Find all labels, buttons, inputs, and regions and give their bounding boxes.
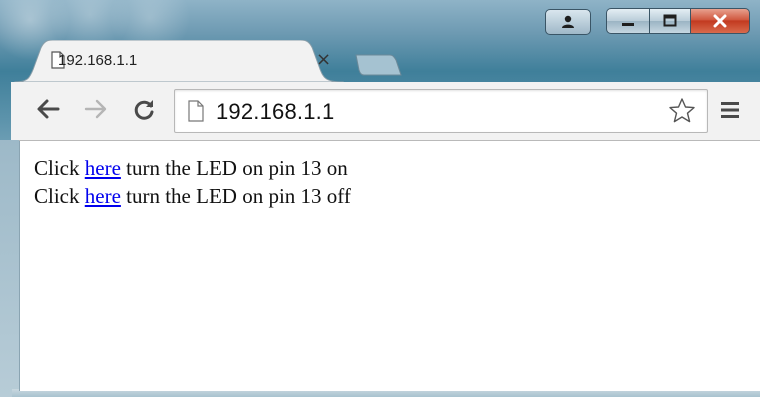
back-arrow-icon[interactable]: [36, 98, 60, 120]
star-icon[interactable]: [668, 97, 696, 124]
led-on-link[interactable]: here: [85, 156, 121, 180]
window-left-border: [0, 140, 19, 397]
line-suffix: turn the LED on pin 13 on: [120, 156, 348, 180]
led-off-line: Click here turn the LED on pin 13 off: [34, 184, 351, 209]
reload-icon[interactable]: [132, 98, 156, 122]
maximize-button[interactable]: [650, 8, 691, 34]
line-suffix: turn the LED on pin 13 off: [120, 184, 351, 208]
tab-close-button[interactable]: ×: [316, 49, 331, 70]
line-prefix: Click: [34, 184, 85, 208]
new-tab-button[interactable]: [352, 54, 402, 76]
window-controls: [606, 8, 750, 34]
forward-arrow-icon[interactable]: [84, 98, 108, 120]
url-text[interactable]: 192.168.1.1: [216, 99, 334, 125]
user-icon: [562, 15, 574, 28]
minimize-button[interactable]: [606, 8, 650, 34]
led-on-line: Click here turn the LED on pin 13 on: [34, 156, 348, 181]
close-icon: [713, 14, 727, 28]
user-profile-button[interactable]: [545, 9, 591, 35]
browser-window: 192.168.1.1 × 192.168.1.1 Click here tur…: [0, 0, 760, 397]
maximize-icon: [663, 14, 677, 27]
hamburger-menu-icon[interactable]: [720, 101, 740, 119]
minimize-icon: [622, 23, 634, 26]
tab-title: 192.168.1.1: [58, 52, 138, 69]
close-window-button[interactable]: [691, 8, 750, 34]
led-off-link[interactable]: here: [85, 184, 121, 208]
line-prefix: Click: [34, 156, 85, 180]
page-info-icon[interactable]: [188, 100, 204, 122]
